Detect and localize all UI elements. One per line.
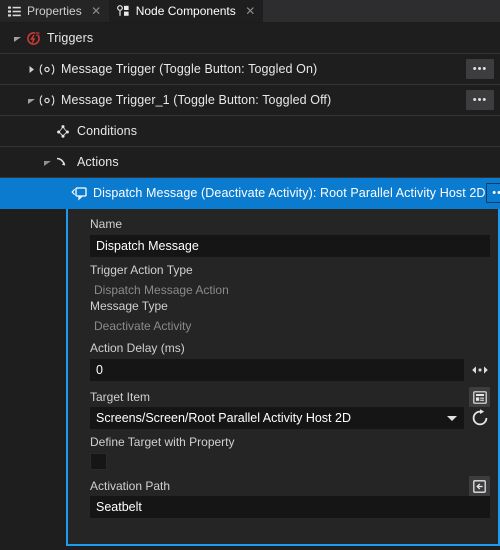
node-components-icon — [116, 5, 130, 18]
tree-row-triggers[interactable]: Triggers — [0, 23, 500, 54]
conditions-icon — [54, 123, 72, 139]
tree-row-label: Conditions — [77, 124, 138, 138]
field-action-delay: Action Delay (ms) 0 — [68, 341, 498, 381]
tab-node-components-label: Node Components — [135, 4, 236, 18]
tree-row-message-trigger[interactable]: Message Trigger (Toggle Button: Toggled … — [0, 54, 500, 85]
expand-collapse-icon[interactable] — [40, 155, 54, 169]
tree-row-label: Dispatch Message (Deactivate Activity): … — [93, 186, 486, 200]
message-type-value: Deactivate Activity — [94, 319, 192, 333]
field-target-item: Target Item Screens/Screen/Root Parallel… — [68, 387, 498, 429]
twisty-placeholder — [56, 186, 70, 200]
row-context-menu-button[interactable]: ••• — [485, 183, 500, 203]
row-context-menu-button[interactable]: ••• — [466, 59, 494, 79]
tree-row-label: Triggers — [47, 31, 94, 45]
action-delay-label: Action Delay (ms) — [90, 341, 185, 355]
tab-bar-filler — [262, 0, 500, 22]
tree-row-label: Message Trigger (Toggle Button: Toggled … — [61, 62, 318, 76]
name-label: Name — [90, 217, 123, 231]
list-properties-icon — [8, 5, 21, 18]
chevron-down-icon[interactable] — [447, 416, 457, 421]
action-delay-row: 0 — [90, 359, 490, 381]
define-target-with-property-checkbox[interactable] — [90, 453, 107, 470]
expand-collapse-icon[interactable] — [24, 93, 38, 107]
detail-pane-wrapper: Name Dispatch Message Trigger Action Typ… — [0, 209, 500, 546]
tree-row-label: Message Trigger_1 (Toggle Button: Toggle… — [61, 93, 332, 107]
detail-gutter — [0, 209, 66, 546]
tree-row-dispatch-message[interactable]: Dispatch Message (Deactivate Activity): … — [0, 178, 500, 209]
goto-target-icon[interactable] — [470, 408, 490, 428]
tree-row-actions[interactable]: Actions — [0, 147, 500, 178]
message-trigger-icon — [38, 61, 56, 77]
activation-path-input[interactable]: Seatbelt — [90, 496, 490, 518]
target-item-label: Target Item — [90, 389, 151, 404]
tab-node-components-close-icon[interactable]: ✕ — [245, 5, 256, 17]
expand-collapse-icon[interactable] — [24, 62, 38, 76]
activation-path-picker-icon[interactable] — [469, 476, 490, 496]
tab-properties[interactable]: Properties ✕ — [0, 0, 109, 22]
activation-path-label: Activation Path — [90, 478, 171, 493]
field-activation-path: Activation Path Seatbelt — [68, 476, 498, 518]
tab-properties-label: Properties — [27, 4, 82, 18]
action-delay-input[interactable]: 0 — [90, 359, 464, 381]
message-type-label: Message Type — [90, 299, 168, 313]
activation-path-label-row: Activation Path — [90, 476, 490, 496]
tree-row-label: Actions — [77, 155, 119, 169]
dispatch-message-icon — [70, 185, 88, 201]
trigger-action-type-value: Dispatch Message Action — [94, 283, 229, 297]
row-context-menu-button[interactable]: ••• — [466, 90, 494, 110]
target-item-label-row: Target Item — [90, 387, 490, 407]
tree-row-conditions[interactable]: Conditions — [0, 116, 500, 147]
target-picker-icon[interactable] — [469, 387, 490, 407]
tab-properties-close-icon[interactable]: ✕ — [91, 5, 102, 17]
trigger-tree: Triggers Message Trigger (Toggle Button:… — [0, 23, 500, 209]
target-item-value: Screens/Screen/Root Parallel Activity Ho… — [96, 411, 351, 425]
field-trigger-action-type: Trigger Action Type Dispatch Message Act… — [68, 263, 498, 299]
trigger-action-type-label: Trigger Action Type — [90, 263, 193, 277]
field-define-target-with-property: Define Target with Property — [68, 435, 498, 470]
name-input[interactable]: Dispatch Message — [90, 235, 490, 257]
tree-row-message-trigger-1[interactable]: Message Trigger_1 (Toggle Button: Toggle… — [0, 85, 500, 116]
actions-icon — [54, 154, 72, 170]
twisty-placeholder — [40, 124, 54, 138]
horizontal-spinner-icon[interactable] — [470, 360, 490, 380]
target-item-row: Screens/Screen/Root Parallel Activity Ho… — [90, 407, 490, 429]
triggers-icon — [24, 30, 42, 46]
field-name: Name Dispatch Message — [68, 217, 498, 257]
dispatch-message-detail-pane: Name Dispatch Message Trigger Action Typ… — [66, 209, 500, 546]
tab-node-components[interactable]: Node Components ✕ — [108, 0, 263, 22]
tab-bar: Properties ✕ Node Components ✕ — [0, 0, 500, 23]
define-target-with-property-label: Define Target with Property — [90, 435, 235, 449]
field-message-type: Message Type Deactivate Activity — [68, 299, 498, 335]
target-item-combobox[interactable]: Screens/Screen/Root Parallel Activity Ho… — [90, 407, 464, 429]
message-trigger-icon — [38, 92, 56, 108]
expand-collapse-icon[interactable] — [10, 31, 24, 45]
